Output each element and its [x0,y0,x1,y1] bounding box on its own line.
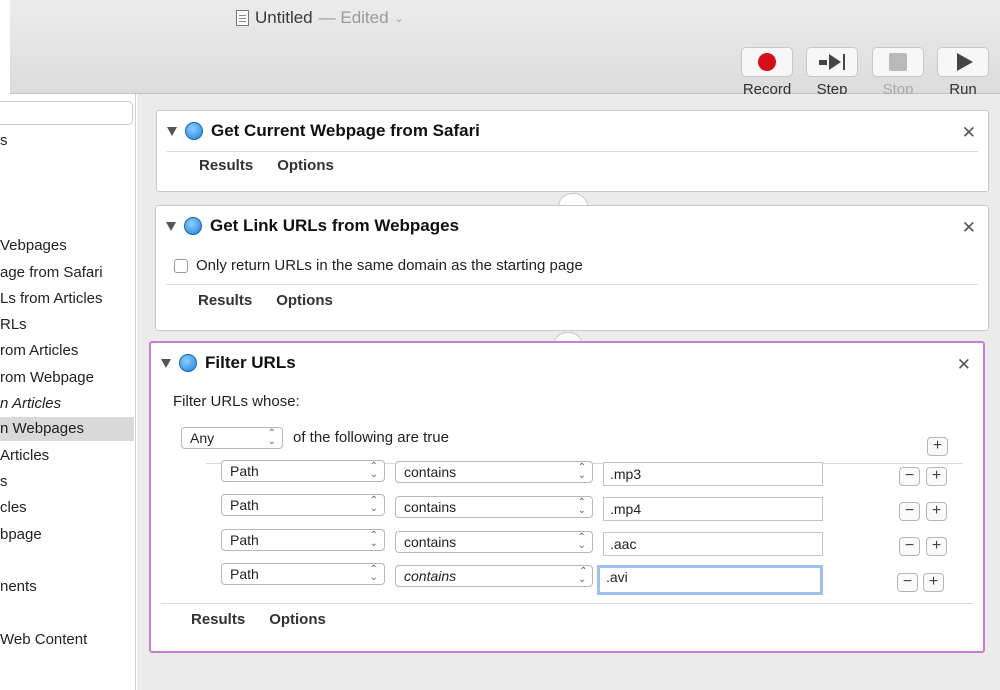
updown-icon: ⌃ ⌄ [577,532,586,551]
action-title: Get Link URLs from Webpages [210,216,460,235]
tab-results[interactable]: Results [198,292,252,309]
action-title: Get Current Webpage from Safari [211,121,480,140]
tab-options[interactable]: Options [269,611,326,628]
library-item[interactable]: rom Webpage [0,369,94,386]
rule-field-select[interactable]: Path ⌃ ⌄ [221,563,385,585]
close-icon[interactable]: ✕ [962,123,976,143]
close-icon[interactable]: ✕ [962,218,976,238]
rule-operator-select[interactable]: contains ⌃ ⌄ [395,565,593,587]
same-domain-option[interactable]: Only return URLs in the same domain as t… [174,257,583,274]
library-item[interactable]: s [0,473,8,490]
rule-value-input-focused[interactable]: .avi [597,565,823,595]
library-item[interactable]: Ls from Articles [0,290,103,307]
library-item[interactable]: bpage [0,526,42,543]
divider [161,603,973,604]
rule-value-input[interactable]: .mp4 [603,497,823,521]
tab-results[interactable]: Results [191,611,245,628]
library-item[interactable]: nents [0,578,37,595]
remove-rule-button[interactable]: − [897,573,918,592]
updown-icon: ⌃ ⌄ [577,462,586,481]
rule-operator-select[interactable]: contains ⌃ ⌄ [395,531,593,553]
record-icon [758,53,776,71]
library-item[interactable]: Articles [0,447,49,464]
same-domain-label: Only return URLs in the same domain as t… [196,257,583,274]
disclosure-triangle-icon[interactable] [166,221,176,231]
updown-icon: ⌃ ⌄ [267,428,276,447]
add-rule-button[interactable]: + [923,573,944,592]
workflow-canvas: Get Current Webpage from Safari ✕ Result… [137,94,1000,690]
remove-rule-button[interactable]: − [899,502,920,521]
document-icon [236,10,249,26]
step-icon [819,54,845,70]
library-item[interactable]: Vebpages [0,237,67,254]
rule-operator-select[interactable]: contains ⌃ ⌄ [395,461,593,483]
updown-icon: ⌃ ⌄ [369,461,378,480]
library-sidebar: s Vebpages age from Safari Ls from Artic… [0,94,136,690]
window-toolbar: Untitled — Edited ⌄ Record Step Stop Run [10,0,1000,98]
library-item[interactable]: rom Articles [0,342,78,359]
safari-compass-icon [185,122,203,140]
action-filter-urls[interactable]: Filter URLs ✕ Filter URLs whose: Any ⌃ ⌄ … [149,341,985,653]
library-item[interactable]: s [0,132,8,149]
action-title: Filter URLs [205,353,296,372]
tab-options[interactable]: Options [277,157,334,174]
edited-status[interactable]: — Edited [319,8,389,28]
updown-icon: ⌃ ⌄ [577,566,586,585]
disclosure-triangle-icon[interactable] [167,126,177,136]
tab-results[interactable]: Results [199,157,253,174]
divider [167,151,978,152]
library-item[interactable]: RLs [0,316,27,333]
updown-icon: ⌃ ⌄ [369,530,378,549]
updown-icon: ⌃ ⌄ [369,564,378,583]
rule-field-select[interactable]: Path ⌃ ⌄ [221,460,385,482]
close-icon[interactable]: ✕ [957,355,971,375]
library-item[interactable]: age from Safari [0,264,103,281]
rule-value-input[interactable]: .mp3 [603,462,823,486]
title-text: Untitled [255,8,313,27]
play-icon [957,53,973,71]
run-button[interactable]: Run [937,47,989,98]
match-suffix: of the following are true [293,429,449,446]
library-item[interactable]: n Articles [0,395,61,412]
divider [166,284,978,285]
filter-label: Filter URLs whose: [173,393,300,410]
match-select-value: Any [190,430,215,446]
library-search-input[interactable] [0,101,133,125]
remove-rule-button[interactable]: − [899,467,920,486]
stop-button[interactable]: Stop [872,47,924,98]
same-domain-checkbox[interactable] [174,259,188,274]
rule-operator-select[interactable]: contains ⌃ ⌄ [395,496,593,518]
action-get-current-webpage[interactable]: Get Current Webpage from Safari ✕ Result… [156,110,989,192]
tab-options[interactable]: Options [276,292,333,309]
window-title: Untitled — Edited ⌄ [236,8,404,28]
library-item-selected[interactable]: n Webpages [0,417,134,441]
record-button[interactable]: Record [741,47,793,98]
rule-field-select[interactable]: Path ⌃ ⌄ [221,529,385,551]
add-rule-button[interactable]: + [926,467,947,486]
remove-rule-button[interactable]: − [899,537,920,556]
add-rule-button[interactable]: + [927,437,948,456]
stop-icon [889,53,907,71]
chevron-down-icon[interactable]: ⌄ [395,12,404,25]
add-rule-button[interactable]: + [926,537,947,556]
library-item[interactable]: cles [0,499,27,516]
safari-compass-icon [184,217,202,235]
safari-compass-icon [179,354,197,372]
rule-value-input[interactable]: .aac [603,532,823,556]
add-rule-button[interactable]: + [926,502,947,521]
action-get-link-urls[interactable]: Get Link URLs from Webpages ✕ Only retur… [155,205,989,331]
updown-icon: ⌃ ⌄ [369,495,378,514]
updown-icon: ⌃ ⌄ [577,497,586,516]
match-select[interactable]: Any ⌃ ⌄ [181,427,283,449]
rule-field-select[interactable]: Path ⌃ ⌄ [221,494,385,516]
library-item[interactable]: Web Content [0,631,87,648]
disclosure-triangle-icon[interactable] [161,358,171,368]
step-button[interactable]: Step [806,47,858,98]
